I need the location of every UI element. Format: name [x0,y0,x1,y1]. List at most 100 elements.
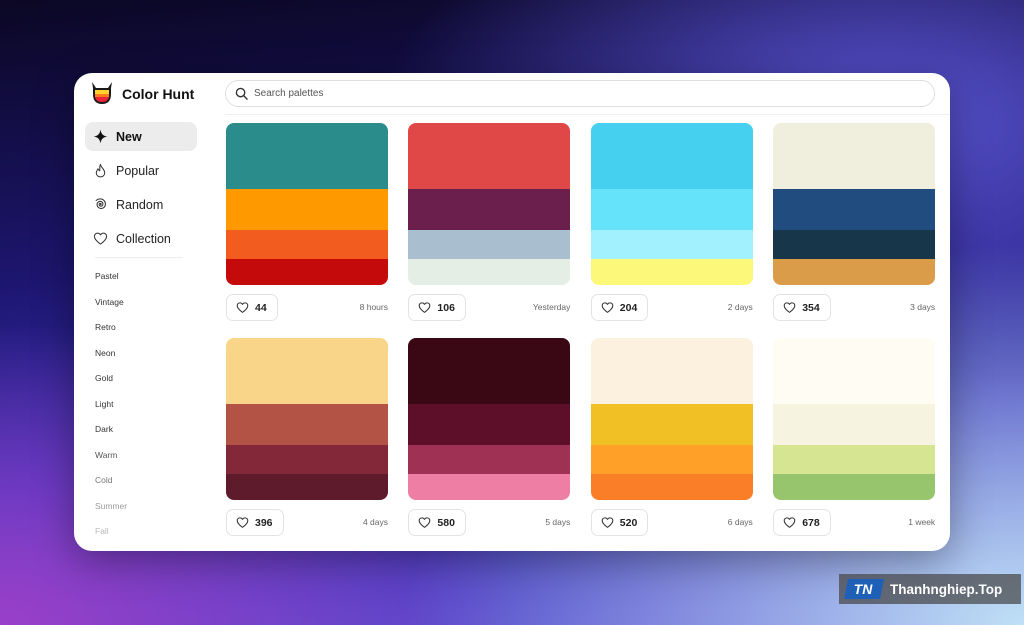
palette-card[interactable]: 580 5 days [408,338,571,538]
color-swatch[interactable] [408,474,571,500]
timestamp: 2 days [727,302,753,312]
palette-swatches[interactable] [590,123,753,285]
nav-item-random[interactable]: Random [85,190,197,219]
color-swatch[interactable] [773,259,936,285]
tag-dark[interactable]: Dark [95,424,113,434]
color-swatch[interactable] [226,338,388,404]
palette-card[interactable]: 204 2 days [590,123,753,323]
palette-swatches[interactable] [226,123,388,285]
tag-gold[interactable]: Gold [95,373,113,383]
palette-card[interactable]: 354 3 days [773,123,936,323]
like-count: 678 [802,516,820,529]
palette-swatches[interactable] [773,338,936,500]
color-swatch[interactable] [773,445,936,474]
watermark: TN Thanhnghiep.Top [839,574,1021,604]
search-bar[interactable] [225,80,935,107]
search-icon [235,87,248,100]
palette-swatches[interactable] [590,338,753,500]
nav-item-popular[interactable]: Popular [85,156,197,185]
palette-card[interactable]: 520 6 days [590,338,753,538]
color-swatch[interactable] [408,338,571,404]
timestamp: Yesterday [532,302,571,312]
color-swatch[interactable] [590,230,753,259]
timestamp: 6 days [727,517,753,527]
like-count: 106 [437,301,455,314]
color-swatch[interactable] [590,259,753,285]
like-button[interactable]: 354 [773,294,831,321]
like-button[interactable]: 396 [226,509,284,536]
palette-card[interactable]: 678 1 week [773,338,936,538]
heart-icon [236,517,249,528]
color-swatch[interactable] [408,123,571,189]
heart-icon [783,302,796,313]
color-swatch[interactable] [408,404,571,445]
color-swatch[interactable] [408,445,571,474]
nav-label-popular: Popular [116,163,160,178]
timestamp: 8 hours [359,302,388,312]
color-swatch[interactable] [773,474,936,500]
color-swatch[interactable] [226,189,388,230]
tag-fall[interactable]: Fall [95,526,109,536]
palette-swatches[interactable] [408,123,571,285]
color-swatch[interactable] [590,404,753,445]
color-swatch[interactable] [590,338,753,404]
palette-card[interactable]: 44 8 hours [226,123,388,323]
color-swatch[interactable] [590,445,753,474]
color-swatch[interactable] [590,474,753,500]
color-swatch[interactable] [226,474,388,500]
watermark-text: Thanhnghiep.Top [890,581,1003,597]
palette-swatches[interactable] [408,338,571,500]
color-swatch[interactable] [226,445,388,474]
palette-card[interactable]: 106 Yesterday [408,123,571,323]
timestamp: 3 days [910,302,936,312]
tag-pastel[interactable]: Pastel [95,271,119,281]
color-swatch[interactable] [590,189,753,230]
like-button[interactable]: 678 [773,509,831,536]
like-button[interactable]: 580 [408,509,466,536]
search-input[interactable] [254,88,854,99]
logo[interactable]: Color Hunt [90,81,194,107]
tag-summer[interactable]: Summer [95,501,127,511]
heart-icon [236,302,249,313]
color-swatch[interactable] [773,230,936,259]
nav-item-new[interactable]: New [85,122,197,151]
color-swatch[interactable] [226,404,388,445]
palette-swatches[interactable] [773,123,936,285]
tag-vintage[interactable]: Vintage [95,297,124,307]
palette-card[interactable]: 396 4 days [226,338,388,538]
color-swatch[interactable] [226,123,388,189]
sparkle-icon [93,129,108,144]
color-swatch[interactable] [773,404,936,445]
tag-retro[interactable]: Retro [95,322,116,332]
watermark-logo-text: TN [854,581,874,597]
timestamp: 4 days [362,517,388,527]
nav-item-collection[interactable]: Collection [85,224,197,253]
tag-light[interactable]: Light [95,399,113,409]
color-swatch[interactable] [226,259,388,285]
color-swatch[interactable] [408,230,571,259]
heart-icon [601,302,614,313]
color-swatch[interactable] [773,123,936,189]
color-swatch[interactable] [408,189,571,230]
tag-warm[interactable]: Warm [95,450,117,460]
app-window: Color Hunt New Popular Random Collection [74,73,950,551]
tag-neon[interactable]: Neon [95,348,115,358]
like-button[interactable]: 520 [590,509,649,536]
color-swatch[interactable] [226,230,388,259]
watermark-logo: TN [844,579,884,599]
tag-cold[interactable]: Cold [95,475,112,485]
nav-label-new: New [116,129,142,144]
palette-swatches[interactable] [226,338,388,500]
nav-label-random: Random [116,197,164,212]
like-button[interactable]: 106 [408,294,466,321]
color-swatch[interactable] [590,123,753,189]
like-button[interactable]: 44 [226,294,278,321]
spiral-icon [95,198,106,209]
color-swatch[interactable] [773,189,936,230]
color-swatch[interactable] [408,259,571,285]
logo-icon [92,82,112,104]
nav-label-collection: Collection [116,231,171,246]
heart-icon [601,517,614,528]
like-button[interactable]: 204 [590,294,649,321]
color-swatch[interactable] [773,338,936,404]
